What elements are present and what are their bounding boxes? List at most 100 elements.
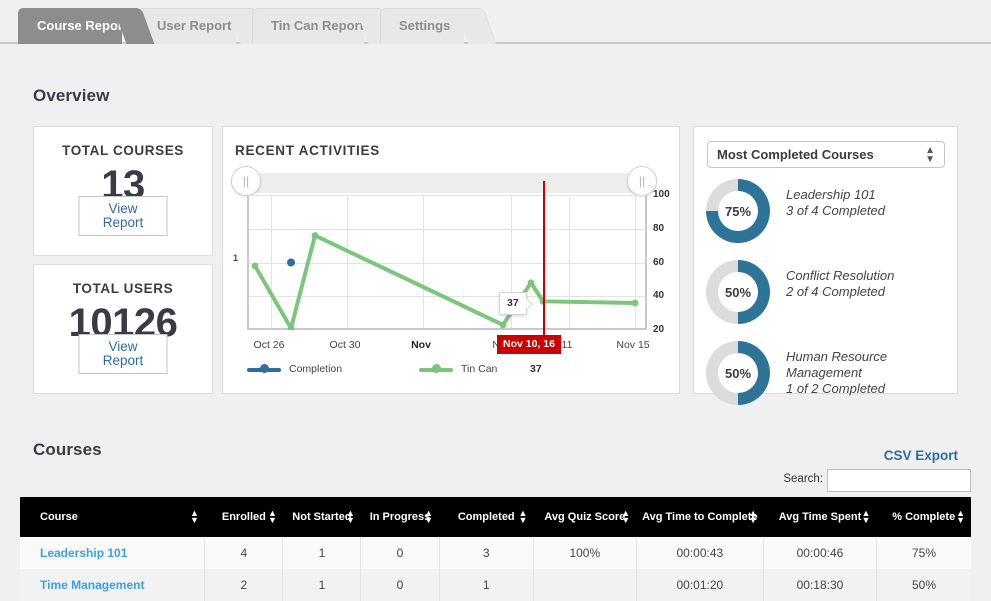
sort-arrows-icon[interactable]: ▲▼ [621, 510, 630, 524]
chart-tooltip: 37 [499, 292, 527, 315]
table-header-completed[interactable]: Completed ▲▼ [439, 497, 533, 537]
table-header-label: Enrolled [222, 511, 266, 523]
course-completion-detail: 2 of 4 Completed [786, 284, 894, 300]
total-courses-view-report-button[interactable]: View Report [79, 196, 168, 236]
table-header-label: Not Started [292, 511, 351, 523]
recent-activities-title: RECENT ACTIVITIES [235, 143, 380, 158]
tab-settings[interactable]: Settings [380, 8, 464, 44]
chart-y-tick: 40 [653, 290, 664, 301]
chart-data-point[interactable] [632, 300, 639, 307]
table-header-avg-time-to-complete[interactable]: Avg Time to Complete▲▼ [636, 497, 763, 537]
recent-activities-chart: || || 1 10080604020 Oct 26Oct 30NovNov 0… [223, 163, 679, 393]
chart-y-tick: 80 [653, 223, 664, 234]
chart-data-point[interactable] [312, 232, 319, 239]
tab-settings-label: Settings [399, 18, 450, 33]
tab-user-report-label: User Report [157, 18, 231, 33]
tab-slant [455, 8, 496, 44]
course-completion-detail: 3 of 4 Completed [786, 203, 885, 219]
table-cell-course[interactable]: Time Management [20, 569, 205, 601]
table-header-enrolled[interactable]: Enrolled▲▼ [205, 497, 283, 537]
completion-donut: 50% [706, 341, 770, 405]
total-courses-label: TOTAL COURSES [34, 143, 212, 158]
table-cell: 2 [205, 569, 283, 601]
chart-data-point[interactable] [287, 259, 295, 267]
table-header-label: In Progress [370, 511, 431, 523]
table-cell-course[interactable]: Leadership 101 [20, 537, 205, 569]
course-name: Human Resource Management [786, 349, 951, 381]
completion-donut: 50% [706, 260, 770, 324]
table-header-course[interactable]: Course ▲▼ [20, 497, 205, 537]
chart-series-layer [249, 195, 649, 330]
table-cell: 1 [283, 537, 361, 569]
chart-data-point[interactable] [500, 322, 507, 329]
table-cell: 4 [205, 537, 283, 569]
table-cell: 00:00:46 [764, 537, 877, 569]
chart-data-point[interactable] [252, 262, 259, 269]
table-header-label: Completed [458, 511, 515, 523]
tab-course-report[interactable]: Course Report [18, 8, 122, 44]
chart-x-tick: Nov [391, 339, 451, 351]
legend-label-completion: Completion [289, 363, 342, 375]
chart-plot-area [247, 195, 647, 330]
table-header-not-started[interactable]: Not Started▲▼ [283, 497, 361, 537]
table-header-label: Avg Time Spent [779, 511, 862, 523]
csv-export-link[interactable]: CSV Export [884, 448, 958, 463]
sort-arrows-icon[interactable]: ▲▼ [346, 510, 355, 524]
table-cell: 75% [876, 537, 971, 569]
table-header-in-progress[interactable]: In Progress▲▼ [361, 497, 439, 537]
most-completed-item-text: Human Resource Management1 of 2 Complete… [786, 349, 951, 397]
total-users-card: TOTAL USERS 10126 View Report [33, 264, 213, 394]
donut-percent-label: 50% [706, 366, 770, 381]
most-completed-item-text: Conflict Resolution2 of 4 Completed [786, 268, 894, 300]
recent-activities-card: RECENT ACTIVITIES || || 1 10080604020 Oc… [222, 126, 680, 394]
sort-arrows-icon[interactable]: ▲▼ [956, 510, 965, 524]
courses-table: Course▲▼Enrolled▲▼Not Started▲▼In Progre… [20, 497, 971, 601]
table-cell: 00:01:20 [636, 569, 763, 601]
chart-data-point[interactable] [528, 279, 535, 286]
course-link[interactable]: Time Management [40, 578, 144, 592]
table-header-avg-quiz-score[interactable]: Avg Quiz Score▲▼ [533, 497, 636, 537]
sort-arrows-icon[interactable]: ▲▼ [519, 510, 528, 524]
most-completed-select[interactable]: Most Completed Courses ▲▼ [707, 141, 945, 168]
search-label: Search: [783, 473, 823, 485]
sort-arrows-icon[interactable]: ▲▼ [424, 510, 433, 524]
chart-x-tick: Oct 30 [315, 339, 375, 351]
total-users-label: TOTAL USERS [34, 281, 212, 296]
sort-arrows-icon[interactable]: ▲▼ [268, 510, 277, 524]
table-cell: 1 [439, 569, 533, 601]
chart-left-axis-tick: 1 [233, 253, 238, 263]
total-users-view-report-button[interactable]: View Report [79, 334, 168, 374]
table-header-label: Avg Time to Complete [642, 511, 758, 523]
chart-range-slider-track[interactable] [241, 173, 653, 193]
sort-arrows-icon[interactable]: ▲▼ [190, 510, 199, 524]
table-header-complete[interactable]: % Complete▲▼ [876, 497, 971, 537]
sort-arrows-icon[interactable]: ▲▼ [862, 510, 871, 524]
table-header-label: % Complete [892, 511, 955, 523]
chart-tooltip-value: 37 [507, 297, 519, 309]
table-cell: 00:18:30 [764, 569, 877, 601]
course-link[interactable]: Leadership 101 [40, 546, 127, 560]
chart-range-handle-left[interactable]: || [231, 166, 261, 196]
chevron-updown-icon: ▲▼ [925, 146, 935, 164]
chart-x-tick: Nov 15 [603, 339, 663, 351]
sort-arrows-icon[interactable]: ▲▼ [749, 510, 758, 524]
search-input[interactable] [827, 469, 971, 492]
courses-heading: Courses [33, 440, 102, 460]
most-completed-item: 50% Human Resource Management1 of 2 Compl… [706, 341, 951, 409]
completion-donut: 75% [706, 179, 770, 243]
tab-tin-can-report[interactable]: Tin Can Report [252, 8, 364, 44]
legend-dot [260, 364, 269, 373]
table-cell [533, 569, 636, 601]
tab-tin-can-report-label: Tin Can Report [271, 18, 364, 33]
total-courses-card: TOTAL COURSES 13 View Report [33, 126, 213, 256]
table-cell: 1 [283, 569, 361, 601]
table-cell: 50% [876, 569, 971, 601]
tab-course-report-label: Course Report [37, 18, 127, 33]
course-name: Conflict Resolution [786, 268, 894, 284]
table-row: Time Management210100:01:2000:18:3050% [20, 569, 971, 601]
table-header-label: Course [40, 511, 78, 523]
table-header-label: Avg Quiz Score [544, 511, 625, 523]
chart-y-tick: 20 [653, 324, 664, 335]
table-header-avg-time-spent[interactable]: Avg Time Spent▲▼ [764, 497, 877, 537]
chart-legend: Completion Tin Can 37 [247, 363, 667, 383]
